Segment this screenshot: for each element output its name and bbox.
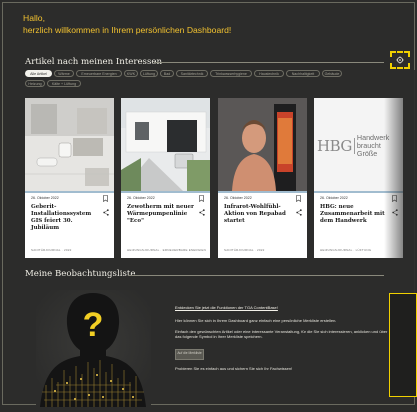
logo-divider: [353, 138, 355, 154]
add-to-watchlist-label: Auf die Merkliste: [177, 351, 202, 355]
article-title[interactable]: HBG: neue Zusammenarbeit mit dem Handwer…: [320, 204, 388, 225]
share-icon[interactable]: [103, 209, 109, 216]
watchlist-title: Meine Beobachtungsliste: [25, 269, 136, 279]
filter-chip[interactable]: Nachhaltigkeit: [286, 70, 320, 77]
greeting: Hallo, herzlich willkommen in Ihrem pers…: [23, 13, 231, 36]
side-panel: [389, 293, 417, 397]
article-image: [25, 98, 114, 191]
article-date: 26. Oktober 2022: [320, 196, 348, 200]
article-source: HEIZUNGSJOURNAL · LÜFTUNG: [320, 248, 372, 252]
bookmark-icon[interactable]: [296, 195, 301, 202]
share-icon[interactable]: [199, 209, 205, 216]
watchlist-info: Entdecken Sie jetzt die Funktionen der T…: [175, 305, 390, 340]
article-title[interactable]: Zewotherm mit neuer Wärmepumpenlinie "Ec…: [127, 204, 195, 225]
interests-settings-button[interactable]: [390, 51, 410, 69]
article-source: SANITÄRJOURNAL · 2022: [224, 248, 265, 252]
category-band: [121, 191, 210, 193]
silhouette-question-image: ?: [36, 290, 151, 407]
filter-chip[interactable]: KWK: [124, 70, 138, 77]
filter-chip[interactable]: Lüftung: [140, 70, 158, 77]
article-date: 26. Oktober 2022: [127, 196, 155, 200]
watchlist-illustration: ?: [36, 290, 151, 407]
category-band: [25, 191, 114, 193]
article-date: 26. Oktober 2022: [224, 196, 252, 200]
article-title[interactable]: Geberit-Installationssystem GIS feiert 3…: [31, 204, 99, 232]
bookmark-icon[interactable]: [103, 195, 108, 202]
interests-title: Artikel nach meinen Interessen: [25, 57, 163, 67]
watchlist-divider: [128, 275, 384, 276]
filter-chip[interactable]: Kälte + Lüftung: [47, 80, 81, 87]
filter-chip[interactable]: Trinkwasserhygiene: [210, 70, 252, 77]
article-date: 26. Oktober 2022: [31, 196, 59, 200]
watchlist-paragraph-2: Einfach den gewünschten Artikel oder ein…: [175, 328, 388, 340]
filter-chip[interactable]: Heizung: [25, 80, 45, 87]
carousel-fade: [384, 70, 417, 300]
category-band: [218, 191, 307, 193]
question-mark-glyph: ?: [83, 306, 104, 344]
article-card[interactable]: 26. Oktober 2022 Geberit-Installationssy…: [25, 98, 114, 258]
interests-divider: [154, 62, 384, 63]
article-source: SANITÄRJOURNAL · 2022: [31, 248, 72, 252]
share-icon[interactable]: [296, 209, 302, 216]
article-title[interactable]: Infrarot-Wohlfühl-Aktion von Repabad sta…: [224, 204, 292, 225]
article-image: [218, 98, 307, 191]
hbg-logo-mark: HBG: [317, 137, 352, 155]
article-image: [121, 98, 210, 191]
add-to-watchlist-button[interactable]: Auf die Merkliste: [175, 349, 204, 360]
greeting-line-1: Hallo,: [23, 13, 45, 23]
article-card[interactable]: 26. Oktober 2022 Zewotherm mit neuer Wär…: [121, 98, 210, 258]
filter-chip[interactable]: Gebäude: [322, 70, 342, 77]
article-card[interactable]: 26. Oktober 2022 Infrarot-Wohlfühl-Aktio…: [218, 98, 307, 258]
filter-chip[interactable]: Alle Artikel: [25, 70, 52, 77]
greeting-line-2: herzlich willkommen in Ihrem persönliche…: [23, 24, 232, 35]
gear-icon: [396, 56, 404, 64]
filter-chip[interactable]: Haustechnik: [254, 70, 284, 77]
filter-chip[interactable]: Wärme: [54, 70, 74, 77]
filter-chip[interactable]: Bad: [160, 70, 174, 77]
bookmark-icon[interactable]: [199, 195, 204, 202]
filter-chip[interactable]: Erneuerbare Energien: [76, 70, 122, 77]
filter-chip[interactable]: Sanitärtechnik: [176, 70, 208, 77]
article-source: HEIZUNGSJOURNAL · ERNEUERBARE ENERGIEN: [127, 248, 206, 252]
watchlist-cta: Probieren Sie es einfach aus und sichern…: [175, 366, 293, 371]
